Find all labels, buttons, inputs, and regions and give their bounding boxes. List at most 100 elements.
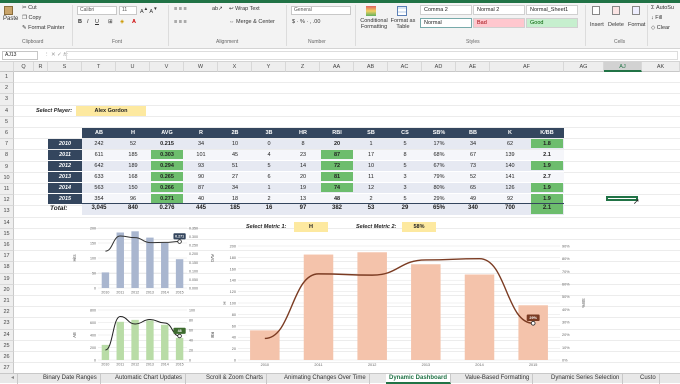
stat-cell: 51 [231, 163, 239, 169]
number-format-select[interactable]: General [291, 6, 351, 15]
hits-avg-chart[interactable]: 0 50 100 150 200 0.000 0.050 0.100 0.150 0.200 0.2… [70, 220, 215, 302]
column-header[interactable]: AG [564, 62, 604, 72]
style-normal-2[interactable]: Normal 2 [473, 5, 525, 15]
grid-line [14, 82, 680, 84]
merge-center-button[interactable]: ⇔ Merge & Center [229, 19, 275, 25]
row-header[interactable]: 26 [0, 352, 14, 364]
column-header[interactable]: AC [388, 62, 422, 72]
column-header[interactable]: W [184, 62, 218, 72]
wrap-text-icon: ↩ [229, 6, 234, 12]
column-header[interactable]: X [218, 62, 252, 72]
autosum-button[interactable]: Σ AutoSu [651, 5, 674, 11]
row-header[interactable]: 15 [0, 228, 14, 240]
row-header[interactable]: 17 [0, 251, 14, 263]
row-header[interactable]: 13 [0, 206, 14, 218]
player-select[interactable]: Alex Gordon [76, 106, 146, 116]
row-header[interactable]: 7 [0, 139, 14, 151]
stat-cell: 5 [267, 163, 271, 169]
metric1-select[interactable]: H [294, 222, 328, 232]
italic-button[interactable]: I [87, 19, 89, 25]
cut-button[interactable]: ✂ Cut [22, 5, 37, 11]
stat-cell: 0.294 [160, 163, 174, 169]
formula-input[interactable] [66, 51, 678, 60]
wrap-text-button[interactable]: ↩ Wrap Text [229, 6, 260, 12]
column-header[interactable]: V [150, 62, 184, 72]
y2-axis-label: AVG [210, 254, 215, 262]
column-header-selected[interactable]: AJ [604, 62, 642, 72]
row-header[interactable]: 19 [0, 273, 14, 285]
row-header[interactable]: 25 [0, 340, 14, 352]
name-box[interactable]: AJ13 [2, 51, 38, 60]
font-size-select[interactable]: 11 [119, 6, 137, 15]
font-color-button[interactable]: A [132, 19, 136, 25]
delete-button[interactable]: Delete [608, 22, 624, 28]
row-header[interactable]: 18 [0, 262, 14, 274]
row-header[interactable]: 4 [0, 105, 14, 117]
format-as-table-button[interactable]: Format as Table [390, 18, 416, 30]
row-header[interactable]: 10 [0, 172, 14, 184]
borders-button[interactable]: ⊞ [108, 19, 113, 25]
worksheet-grid[interactable]: Q R S T U V W X Y Z AA AB AC AD AE AF AG… [0, 62, 680, 375]
align-left-buttons[interactable]: ≡ ≡ ≡ [174, 19, 187, 25]
fill-button[interactable]: ↓ Fill [651, 15, 662, 21]
column-header[interactable]: T [82, 62, 116, 72]
row-header[interactable]: 12 [0, 195, 14, 207]
row-header[interactable]: 16 [0, 240, 14, 252]
select-all-corner[interactable] [0, 62, 14, 72]
row-header[interactable]: 3 [0, 94, 14, 106]
insert-button[interactable]: Insert [590, 22, 604, 28]
fill-color-button[interactable]: ◈ [120, 19, 124, 25]
ab-rbi-chart[interactable]: 0 200 400 600 800 0 20 40 60 80 100 2010 2011 2012 201… [70, 302, 215, 372]
underline-button[interactable]: U [95, 19, 99, 25]
column-header[interactable]: Z [286, 62, 320, 72]
clear-button[interactable]: ◇ Clear [651, 25, 670, 31]
ribbon-separator [647, 5, 648, 46]
row-header[interactable]: 5 [0, 116, 14, 128]
row-header[interactable]: 11 [0, 184, 14, 196]
copy-button[interactable]: ❐ Copy [22, 15, 41, 21]
column-header[interactable]: Q [14, 62, 34, 72]
align-top-buttons[interactable]: ≡ ≡ ≡ [174, 6, 187, 12]
metric2-select[interactable]: 58% [402, 222, 436, 232]
number-format-buttons[interactable]: $ · % · , .00 [292, 19, 320, 25]
column-header[interactable]: AD [422, 62, 456, 72]
font-name-select[interactable]: Calibri [77, 6, 117, 15]
row-header[interactable]: 6 [0, 128, 14, 140]
stat-cell: 611 [94, 152, 104, 158]
formula-bar-buttons[interactable]: ⋮ ✕ ✓ fx [44, 52, 68, 58]
row-header[interactable]: 8 [0, 150, 14, 162]
font-size-grow-buttons[interactable]: A▲ A▼ [140, 6, 158, 15]
column-header[interactable]: U [116, 62, 150, 72]
column-header[interactable]: AE [456, 62, 490, 72]
row-header[interactable]: 1 [0, 72, 14, 84]
row-header[interactable]: 14 [0, 217, 14, 229]
bold-button[interactable]: B [78, 19, 82, 25]
column-header[interactable]: Y [252, 62, 286, 72]
row-header[interactable]: 21 [0, 296, 14, 308]
stat-cell: 87 [333, 152, 341, 158]
column-header[interactable]: AF [490, 62, 564, 72]
column-header[interactable]: AB [354, 62, 388, 72]
metric-compare-chart[interactable]: 0 20 40 60 80 100 120 140 160 180 200 0% 10% 20% 30% 40… [220, 238, 586, 372]
row-header[interactable]: 23 [0, 318, 14, 330]
format-cells-button[interactable]: Format [628, 22, 645, 28]
row-header[interactable]: 2 [0, 83, 14, 95]
column-header[interactable]: AK [642, 62, 680, 72]
style-bad[interactable]: Bad [473, 18, 525, 28]
conditional-formatting-button[interactable]: Conditional Formatting [357, 18, 391, 30]
column-header[interactable]: S [48, 62, 82, 72]
orientation-button[interactable]: ab↗ [212, 6, 223, 12]
stat-cell: 27 [231, 174, 239, 180]
row-header[interactable]: 9 [0, 161, 14, 173]
style-normal[interactable]: Normal [420, 18, 472, 28]
row-header[interactable]: 20 [0, 284, 14, 296]
paste-button[interactable]: Paste [3, 16, 18, 22]
row-header[interactable]: 22 [0, 307, 14, 319]
row-header[interactable]: 24 [0, 329, 14, 341]
style-good[interactable]: Good [526, 18, 578, 28]
column-header[interactable]: R [34, 62, 48, 72]
column-header[interactable]: AA [320, 62, 354, 72]
style-comma-2[interactable]: Comma 2 [420, 5, 472, 15]
format-painter-button[interactable]: ✎ Format Painter [22, 25, 65, 31]
style-normal-sheet1[interactable]: Normal_Sheet1 [526, 5, 578, 15]
